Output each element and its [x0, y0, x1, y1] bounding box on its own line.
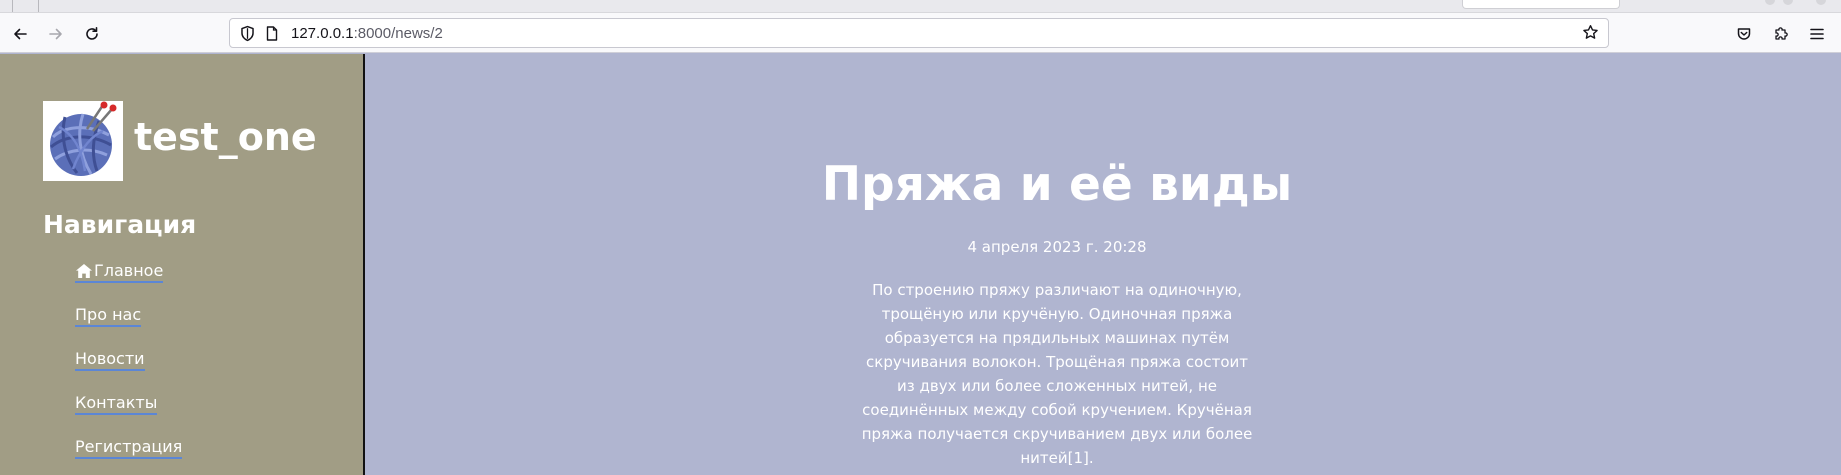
home-icon: [76, 264, 92, 278]
puzzle-icon: [1775, 27, 1788, 40]
reload-icon: [86, 27, 98, 40]
window-control-icon[interactable]: [1783, 0, 1793, 5]
article-title: Пряжа и её виды: [821, 157, 1293, 212]
reload-button[interactable]: [78, 20, 106, 48]
article-body: По строению пряжу различают на одиночную…: [861, 281, 1253, 467]
menu-button[interactable]: [1803, 20, 1831, 48]
article-date: 4 апреля 2023 г. 20:28: [967, 238, 1147, 256]
sidebar: test_one Навигация Главное Про нас Новос…: [0, 54, 365, 475]
main-content: Пряжа и её виды 4 апреля 2023 г. 20:28 П…: [367, 54, 1841, 475]
hamburger-icon: [1810, 28, 1824, 40]
window-control-icon[interactable]: [1816, 0, 1826, 5]
back-button[interactable]: [6, 20, 34, 48]
extensions-button[interactable]: [1767, 20, 1795, 48]
nav-item-contacts: Контакты: [75, 393, 182, 437]
site-logo[interactable]: [43, 101, 123, 181]
nav-link-contacts[interactable]: Контакты: [75, 393, 158, 415]
pocket-button[interactable]: [1730, 20, 1758, 48]
nav-item-news: Новости: [75, 349, 182, 393]
url-text[interactable]: 127.0.0.1:8000/news/2: [291, 25, 443, 43]
nav-link-home[interactable]: Главное: [75, 261, 164, 283]
window-control-icon[interactable]: [1765, 0, 1775, 5]
nav-title: Навигация: [43, 210, 197, 239]
tab-divider: [38, 0, 39, 12]
bookmark-star-button[interactable]: [1580, 23, 1600, 43]
nav-link-news[interactable]: Новости: [75, 349, 145, 371]
arrow-right-icon: [49, 28, 62, 40]
star-icon: [1582, 25, 1598, 39]
nav-item-register: Регистрация: [75, 437, 183, 475]
site-name[interactable]: test_one: [134, 114, 317, 160]
shield-icon[interactable]: [239, 25, 256, 42]
tab-divider: [12, 0, 13, 12]
pocket-icon: [1737, 28, 1751, 40]
yarn-ball-logo: [50, 101, 117, 176]
url-path: :8000/news/2: [353, 25, 443, 42]
nav-link-about[interactable]: Про нас: [75, 305, 142, 327]
nav-item-about: Про нас: [75, 305, 182, 349]
nav-list: Главное Про нас Новости Контакты Регистр…: [75, 261, 183, 475]
page-icon[interactable]: [264, 25, 280, 42]
tab-strip: [0, 0, 1841, 13]
popup-fragment: [1462, 0, 1620, 9]
nav-item-home: Главное: [75, 261, 182, 305]
address-bar[interactable]: 127.0.0.1:8000/news/2: [229, 18, 1609, 48]
arrow-left-icon: [14, 28, 27, 40]
nav-label: Главное: [94, 261, 164, 280]
url-host: 127.0.0.1: [291, 25, 354, 42]
nav-link-register[interactable]: Регистрация: [75, 437, 183, 459]
browser-toolbar: 127.0.0.1:8000/news/2: [0, 13, 1841, 53]
forward-button[interactable]: [42, 20, 70, 48]
